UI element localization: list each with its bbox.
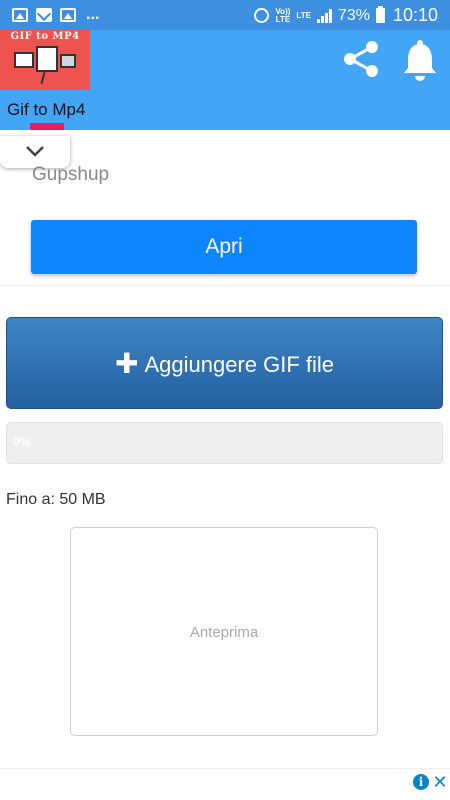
share-button[interactable] xyxy=(338,36,384,82)
plus-icon: ✚ xyxy=(114,348,139,379)
close-icon[interactable]: ✕ xyxy=(432,772,448,792)
notifications-button[interactable] xyxy=(400,38,440,84)
add-gif-label: Aggiungere GIF file xyxy=(144,352,334,377)
logo-text: GIF to MP4 xyxy=(10,31,80,42)
preview-box: Anteprima xyxy=(70,527,378,736)
add-gif-button[interactable]: ✚ Aggiungere GIF file xyxy=(6,317,443,409)
battery-icon xyxy=(375,6,385,23)
advertiser-name: Gupshup xyxy=(32,164,110,185)
film-icon xyxy=(14,52,34,68)
easel-icon xyxy=(36,46,58,72)
size-limit-text: Fino a: 50 MB xyxy=(6,491,106,508)
volte-indicator: Vo)) LTE xyxy=(275,6,291,24)
progress-label: 0% xyxy=(13,435,31,449)
info-icon[interactable]: i xyxy=(413,774,429,790)
clock: 10:10 xyxy=(392,5,438,25)
preview-placeholder: Anteprima xyxy=(189,624,259,641)
battery-percent: 73% xyxy=(337,6,370,24)
status-bar: ... Vo)) LTE LTE 73% 10:10 xyxy=(0,0,450,30)
tab-indicator xyxy=(30,123,64,130)
lte-indicator: LTE xyxy=(296,10,311,20)
tab-gif-to-mp4[interactable]: Gif to Mp4 xyxy=(7,100,85,120)
notification-icons: ... xyxy=(12,6,99,24)
mail-icon xyxy=(36,8,52,22)
gallery-icon xyxy=(12,8,28,22)
more-notifications: ... xyxy=(86,6,100,23)
film-icon xyxy=(60,54,76,68)
bottom-ad-banner: i ✕ xyxy=(0,768,450,800)
ad-card: Gupshup Apri xyxy=(0,130,450,286)
app-logo[interactable]: GIF to MP4 xyxy=(0,30,90,90)
alarm-icon xyxy=(254,8,270,23)
signal-icon xyxy=(316,8,332,23)
share-icon xyxy=(344,41,378,77)
app-bar: GIF to MP4 Gif to Mp4 xyxy=(0,30,450,130)
status-indicators: Vo)) LTE LTE 73% 10:10 xyxy=(254,5,438,26)
upload-progress-bar: 0% xyxy=(6,422,443,464)
bell-icon xyxy=(404,40,436,81)
gallery-icon xyxy=(60,8,76,22)
ad-open-button[interactable]: Apri xyxy=(31,220,417,274)
